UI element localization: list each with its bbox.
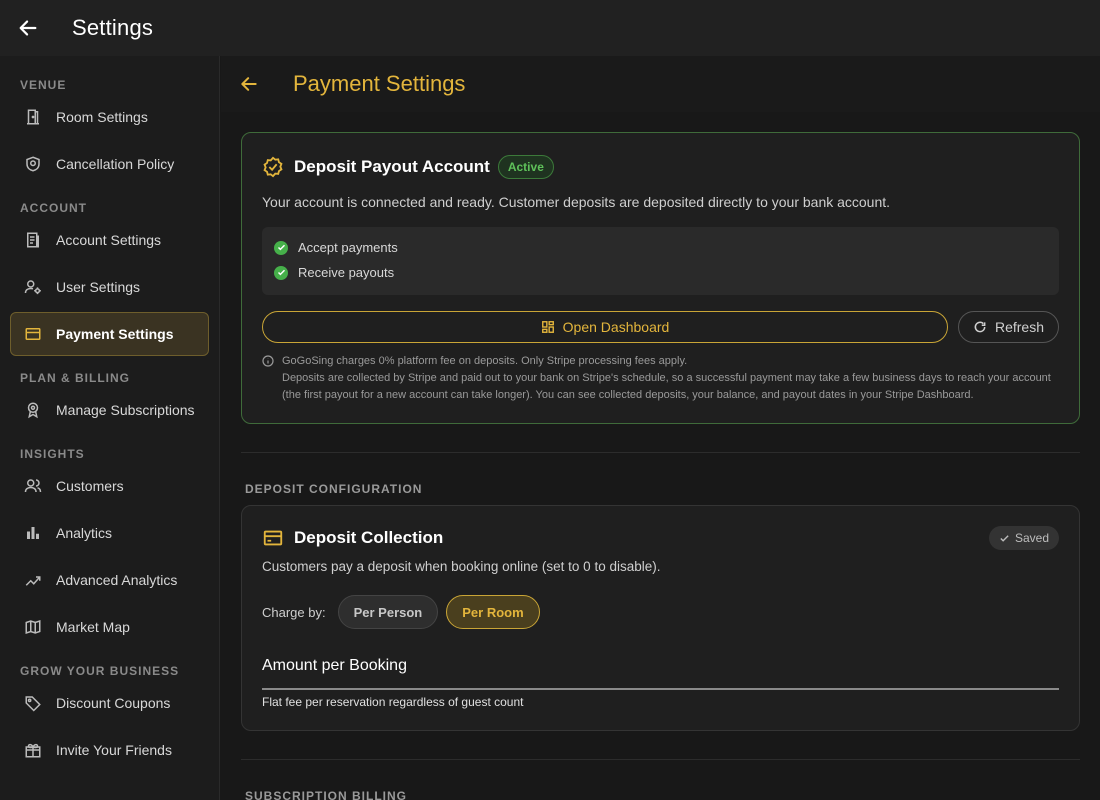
sidebar-item-label: Market Map — [56, 619, 130, 635]
page-back-button[interactable] — [237, 72, 261, 96]
card-title: Deposit Collection — [294, 528, 444, 547]
sidebar-item-label: Advanced Analytics — [56, 572, 178, 588]
trending-icon — [23, 570, 43, 590]
per-person-toggle[interactable]: Per Person — [337, 595, 439, 629]
verified-badge-icon — [262, 156, 284, 178]
users-icon — [23, 476, 43, 496]
sidebar-item-invite-your-friends[interactable]: Invite Your Friends — [10, 728, 209, 772]
sidebar-item-label: Manage Subscriptions — [56, 402, 195, 418]
refresh-icon — [973, 320, 987, 334]
check-icon — [999, 533, 1010, 544]
open-dashboard-button[interactable]: Open Dashboard — [262, 311, 948, 343]
card-description: Your account is connected and ready. Cus… — [262, 194, 891, 210]
sidebar-item-discount-coupons[interactable]: Discount Coupons — [10, 681, 209, 725]
status-badge: Active — [497, 155, 554, 179]
sidebar-section-grow-your-business: GROW YOUR BUSINESS — [20, 664, 180, 678]
gift-icon — [23, 740, 43, 760]
fee-note: GoGoSing charges 0% platform fee on depo… — [262, 353, 1062, 404]
capabilities-list: Accept payments Receive payouts — [262, 227, 1059, 295]
fee-note-line2: Deposits are collected by Stripe and pai… — [282, 372, 1051, 401]
charge-by-label: Charge by: — [262, 604, 326, 620]
page-header: Payment Settings — [221, 56, 1100, 112]
map-icon — [23, 617, 43, 637]
button-label: Open Dashboard — [562, 319, 670, 335]
arrow-left-icon — [19, 20, 37, 36]
sidebar-item-label: Customers — [56, 478, 124, 494]
sidebar-item-label: Analytics — [56, 525, 113, 541]
sidebar-item-label: Invite Your Friends — [56, 742, 172, 758]
check-label: Receive payouts — [298, 265, 395, 280]
divider — [241, 452, 1080, 453]
deposit-payout-card: Deposit Payout Account Active Your accou… — [241, 132, 1080, 424]
sidebar-item-analytics[interactable]: Analytics — [10, 511, 209, 555]
saved-badge: Saved — [988, 526, 1059, 550]
info-icon — [262, 353, 276, 404]
sidebar-item-label: User Settings — [56, 279, 141, 295]
back-button[interactable] — [0, 0, 56, 56]
deposit-collection-card: Deposit Collection Saved Customers pay a… — [241, 505, 1080, 731]
sidebar-item-account-settings[interactable]: Account Settings — [10, 218, 209, 262]
credit-card-icon — [23, 324, 43, 344]
sidebar-item-label: Cancellation Policy — [56, 156, 175, 172]
amount-input[interactable] — [262, 678, 1059, 690]
user-cog-icon — [23, 277, 43, 297]
main-content: Payment Settings Deposit Payout Account … — [221, 56, 1100, 800]
sidebar-item-advanced-analytics[interactable]: Advanced Analytics — [10, 558, 209, 602]
door-icon — [23, 107, 43, 127]
sidebar-item-label: Payment Settings — [56, 326, 174, 342]
sidebar-section-account: ACCOUNT — [20, 201, 87, 215]
sidebar-item-user-settings[interactable]: User Settings — [10, 265, 209, 309]
check-label: Accept payments — [298, 240, 398, 255]
bar-chart-icon — [23, 523, 43, 543]
divider — [241, 759, 1080, 760]
check-circle-icon — [274, 240, 288, 255]
sidebar-section-venue: VENUE — [20, 78, 67, 92]
card-description: Customers pay a deposit when booking onl… — [262, 559, 661, 574]
sidebar-item-manage-subscriptions[interactable]: Manage Subscriptions — [10, 388, 209, 432]
list-item: Receive payouts — [274, 260, 1047, 285]
list-item: Accept payments — [274, 235, 1047, 260]
arrow-left-icon — [241, 77, 257, 91]
shield-icon — [23, 154, 43, 174]
sidebar-item-customers[interactable]: Customers — [10, 464, 209, 508]
receipt-icon — [23, 230, 43, 250]
deposit-configuration-heading: DEPOSIT CONFIGURATION — [245, 482, 423, 496]
dashboard-icon — [541, 320, 555, 334]
sidebar: VENUE Room Settings Cancellation Policy … — [0, 56, 220, 800]
sidebar-item-label: Account Settings — [56, 232, 162, 248]
top-app-bar: Settings — [0, 0, 1100, 56]
sidebar-section-plan-billing: PLAN & BILLING — [20, 371, 130, 385]
card-title: Deposit Payout Account — [294, 157, 490, 176]
sidebar-item-cancellation-policy[interactable]: Cancellation Policy — [10, 142, 209, 186]
per-room-toggle[interactable]: Per Room — [446, 595, 540, 629]
sidebar-item-room-settings[interactable]: Room Settings — [10, 95, 209, 139]
award-icon — [23, 400, 43, 420]
page-title: Payment Settings — [293, 71, 466, 96]
amount-field-label: Amount per Booking — [262, 657, 407, 674]
refresh-button[interactable]: Refresh — [958, 311, 1059, 343]
button-label: Refresh — [994, 319, 1045, 335]
amount-helper-text: Flat fee per reservation regardless of g… — [262, 695, 524, 709]
sidebar-item-label: Discount Coupons — [56, 695, 171, 711]
saved-label: Saved — [1014, 531, 1049, 545]
tag-icon — [23, 693, 43, 713]
subscription-billing-heading: SUBSCRIPTION BILLING — [245, 789, 408, 800]
app-title: Settings — [72, 15, 154, 40]
sidebar-item-payment-settings[interactable]: Payment Settings — [10, 312, 209, 356]
fee-note-line1: GoGoSing charges 0% platform fee on depo… — [282, 355, 688, 367]
check-circle-icon — [274, 265, 288, 280]
sidebar-item-label: Room Settings — [56, 109, 148, 125]
credit-card-icon — [262, 527, 284, 549]
sidebar-section-insights: INSIGHTS — [20, 447, 85, 461]
sidebar-item-market-map[interactable]: Market Map — [10, 605, 209, 649]
